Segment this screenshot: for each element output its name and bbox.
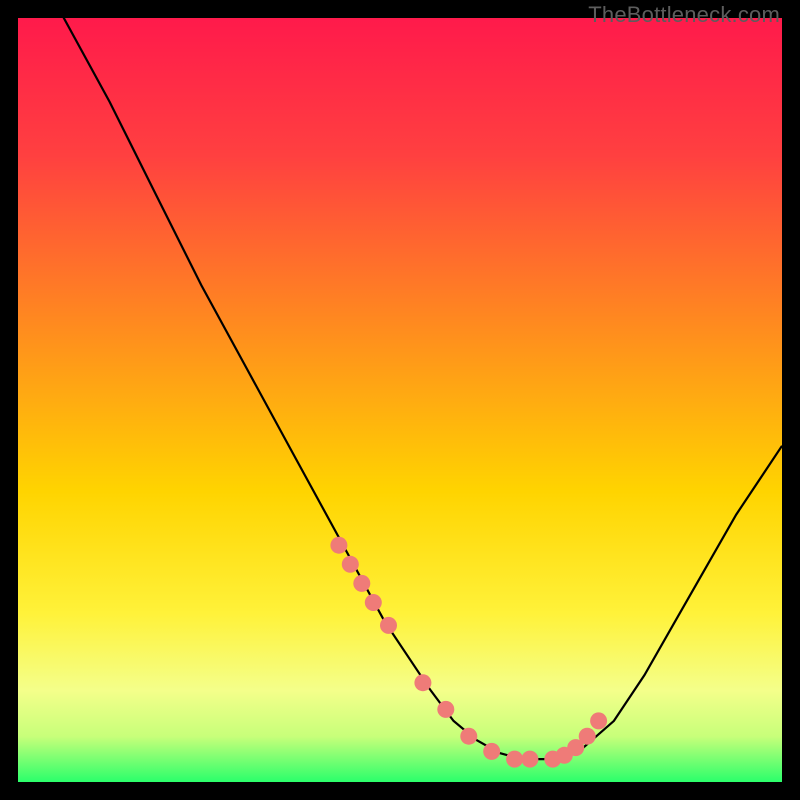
marker-point (342, 556, 359, 573)
marker-point (414, 674, 431, 691)
marker-point (483, 743, 500, 760)
gradient-background (18, 18, 782, 782)
bottleneck-chart (18, 18, 782, 782)
chart-frame (18, 18, 782, 782)
marker-point (365, 594, 382, 611)
watermark-text: TheBottleneck.com (588, 2, 780, 28)
marker-point (521, 751, 538, 768)
marker-point (579, 728, 596, 745)
marker-point (353, 575, 370, 592)
marker-point (437, 701, 454, 718)
marker-point (330, 537, 347, 554)
marker-point (590, 712, 607, 729)
marker-point (380, 617, 397, 634)
marker-point (460, 728, 477, 745)
marker-point (506, 751, 523, 768)
